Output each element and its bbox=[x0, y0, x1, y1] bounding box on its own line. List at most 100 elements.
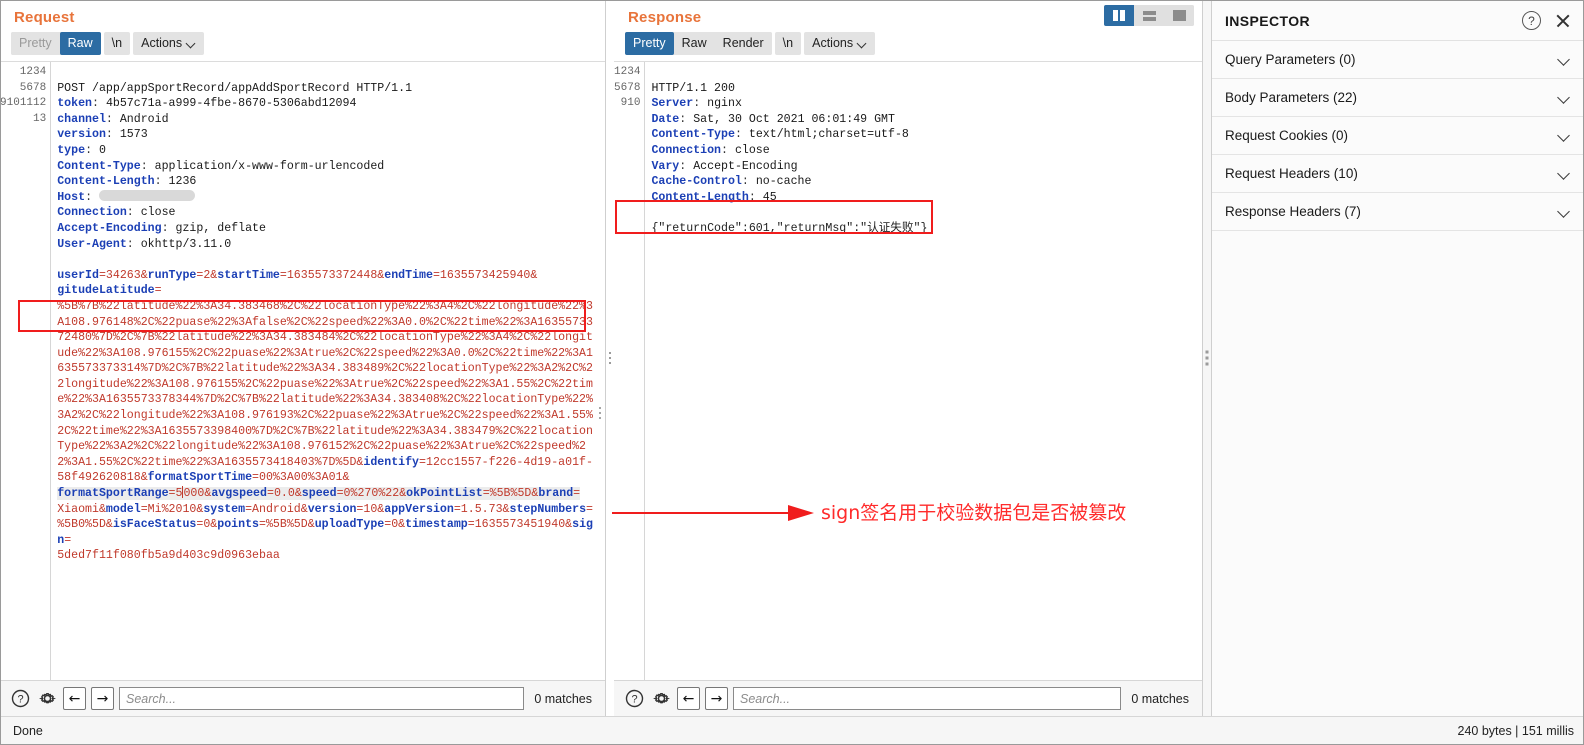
gear-icon[interactable] bbox=[650, 688, 672, 710]
request-line-7: Content-Length: 1236 bbox=[57, 175, 197, 189]
response-search-bar: ? ← → 0 matches bbox=[614, 680, 1202, 716]
inspector-panel: INSPECTOR ? Query Parameters (0) Body Pa… bbox=[1212, 0, 1584, 716]
request-line-3: channel: Android bbox=[57, 112, 169, 126]
request-tab-newline[interactable]: \n bbox=[103, 32, 131, 55]
response-line-5: Connection: close bbox=[651, 143, 770, 157]
inspector-section-label: Response Headers (7) bbox=[1225, 204, 1361, 219]
chevron-down-icon bbox=[1558, 130, 1570, 142]
response-tab-render[interactable]: Render bbox=[714, 32, 772, 55]
inspector-section-label: Body Parameters (22) bbox=[1225, 90, 1358, 105]
request-panel-title: Request bbox=[14, 9, 75, 26]
response-line-6: Vary: Accept-Encoding bbox=[651, 159, 798, 173]
inspector-section-label: Request Cookies (0) bbox=[1225, 128, 1349, 143]
help-icon[interactable]: ? bbox=[9, 688, 31, 710]
chevron-down-icon bbox=[1558, 54, 1570, 66]
response-code-viewer[interactable]: 1234 5678 910 HTTP/1.1 200 Server: nginx D… bbox=[614, 61, 1202, 680]
single-view-icon[interactable] bbox=[1164, 5, 1194, 26]
status-bar: Done 240 bytes | 151 millis bbox=[0, 716, 1584, 745]
layout-toggle-group[interactable] bbox=[1104, 5, 1194, 26]
request-line-10: Accept-Encoding: gzip, deflate bbox=[57, 221, 266, 235]
response-tab-newline[interactable]: \n bbox=[774, 32, 802, 55]
response-line-9 bbox=[651, 205, 1196, 221]
inspector-splitter[interactable] bbox=[1202, 0, 1212, 716]
inspector-title: INSPECTOR bbox=[1225, 12, 1311, 29]
response-line-7: Cache-Control: no-cache bbox=[651, 175, 812, 189]
request-line-12 bbox=[57, 252, 599, 268]
request-tabbar: Pretty Raw \n Actions bbox=[0, 32, 605, 61]
request-code-text[interactable]: POST /app/appSportRecord/appAddSportReco… bbox=[51, 62, 605, 680]
response-actions-button[interactable]: Actions bbox=[804, 32, 876, 55]
response-code-text[interactable]: HTTP/1.1 200 Server: nginx Date: Sat, 30 O… bbox=[645, 62, 1202, 680]
search-input[interactable] bbox=[733, 687, 1122, 710]
response-line-4: Content-Type: text/html;charset=utf-8 bbox=[651, 128, 909, 142]
response-size-timing: 240 bytes | 151 millis bbox=[1457, 724, 1575, 738]
help-icon[interactable]: ? bbox=[623, 688, 645, 710]
request-line-2: token: 4b57c71a-a999-4fbe-8670-5306abd12… bbox=[57, 97, 357, 111]
inspector-section-response-headers[interactable]: Response Headers (7) bbox=[1212, 193, 1584, 231]
request-response-splitter[interactable] bbox=[605, 0, 614, 716]
split-view-glyph bbox=[1113, 10, 1125, 21]
request-search-bar: ? ← → 0 matches bbox=[0, 680, 605, 716]
request-line-11: User-Agent: okhttp/3.11.0 bbox=[57, 237, 232, 251]
chevron-down-icon bbox=[1558, 168, 1570, 180]
request-panel: Request Pretty Raw \n Actions 1234 5678 … bbox=[0, 0, 605, 716]
response-actions-label: Actions bbox=[812, 36, 854, 50]
help-icon[interactable]: ? bbox=[1522, 11, 1541, 30]
response-tab-raw[interactable]: Raw bbox=[673, 32, 715, 55]
request-view-tabs: Pretty Raw bbox=[11, 32, 101, 55]
search-prev-button[interactable]: ← bbox=[677, 687, 700, 710]
inspector-section-request-headers[interactable]: Request Headers (10) bbox=[1212, 155, 1584, 193]
response-line-3: Date: Sat, 30 Oct 2021 06:01:49 GMT bbox=[651, 112, 895, 126]
body-highlighted-line: formatSportRange=5000&avgspeed=0.0&speed… bbox=[57, 486, 581, 501]
search-next-button[interactable]: → bbox=[91, 687, 114, 710]
response-view-tabs: Pretty Raw Render bbox=[625, 32, 772, 55]
response-tab-pretty[interactable]: Pretty bbox=[625, 32, 674, 55]
search-prev-button[interactable]: ← bbox=[63, 687, 86, 710]
request-code-viewer[interactable]: 1234 5678 9101112 13 POST /app/appSportR… bbox=[0, 61, 605, 680]
response-line-2: Server: nginx bbox=[651, 97, 742, 111]
search-input[interactable] bbox=[119, 687, 525, 710]
splitter-grip bbox=[609, 352, 611, 364]
inspector-section-request-cookies[interactable]: Request Cookies (0) bbox=[1212, 117, 1584, 155]
split-view-icon[interactable] bbox=[1104, 5, 1134, 26]
inspector-section-body-parameters[interactable]: Body Parameters (22) bbox=[1212, 79, 1584, 117]
chevron-down-icon bbox=[858, 39, 867, 48]
request-line-8: Host: bbox=[57, 189, 599, 206]
request-body-block: userId=34263&runType=2&startTime=1635573… bbox=[57, 268, 594, 563]
inspector-header: INSPECTOR ? bbox=[1212, 0, 1584, 41]
request-actions-button[interactable]: Actions bbox=[133, 32, 205, 55]
chevron-down-icon bbox=[187, 39, 196, 48]
request-match-count: 0 matches bbox=[534, 691, 592, 706]
response-line-1: HTTP/1.1 200 bbox=[651, 81, 735, 95]
request-line-numbers: 1234 5678 9101112 13 bbox=[0, 62, 52, 680]
message-editor-area: Request Pretty Raw \n Actions 1234 5678 … bbox=[0, 0, 1202, 716]
inspector-splitter-grip bbox=[1205, 350, 1209, 366]
response-line-8: Content-Length: 45 bbox=[651, 190, 777, 204]
response-match-count: 0 matches bbox=[1131, 691, 1189, 706]
gear-icon[interactable] bbox=[36, 688, 58, 710]
main-content-row: Request Pretty Raw \n Actions 1234 5678 … bbox=[0, 0, 1584, 716]
search-next-button[interactable]: → bbox=[705, 687, 728, 710]
request-line-9: Connection: close bbox=[57, 206, 176, 220]
chevron-down-icon bbox=[1558, 92, 1570, 104]
svg-text:?: ? bbox=[17, 694, 23, 706]
close-icon[interactable] bbox=[1554, 12, 1572, 30]
inspector-section-query-parameters[interactable]: Query Parameters (0) bbox=[1212, 41, 1584, 79]
chevron-down-icon bbox=[1558, 206, 1570, 218]
body-coordinates-blob: %5B%7B%22latitude%22%3A34.383468%2C%22lo… bbox=[57, 299, 593, 469]
request-line-5: type: 0 bbox=[57, 143, 106, 157]
status-text: Done bbox=[13, 724, 43, 738]
response-panel: Response Pretty Raw Render \n Actions 12… bbox=[614, 0, 1202, 716]
request-scroll-handle[interactable] bbox=[599, 407, 601, 419]
response-body-line: {"returnCode":601,"returnMsg":"认证失败"} bbox=[651, 221, 928, 235]
stacked-view-icon[interactable] bbox=[1134, 5, 1164, 26]
request-tab-raw[interactable]: Raw bbox=[59, 32, 101, 55]
inspector-empty-area bbox=[1212, 231, 1584, 716]
single-view-glyph bbox=[1172, 10, 1186, 21]
inspector-section-label: Request Headers (10) bbox=[1225, 166, 1358, 181]
request-tab-pretty[interactable]: Pretty bbox=[11, 32, 60, 55]
redacted-host-value bbox=[98, 189, 195, 201]
svg-text:?: ? bbox=[631, 694, 637, 706]
request-actions-label: Actions bbox=[141, 36, 183, 50]
stacked-view-glyph bbox=[1142, 10, 1156, 21]
